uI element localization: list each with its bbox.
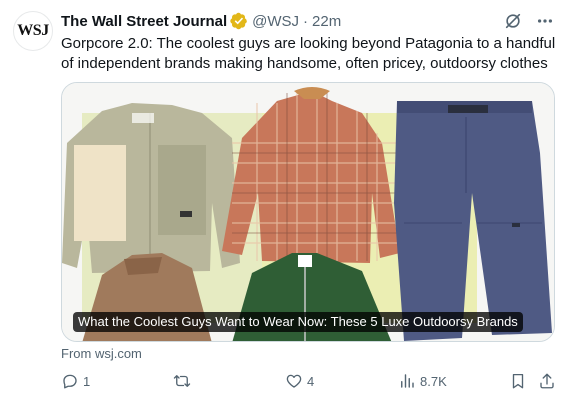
reply-count: 1 xyxy=(83,373,91,389)
separator-dot: · xyxy=(303,12,309,30)
avatar[interactable]: WSJ xyxy=(13,11,53,51)
grok-icon[interactable] xyxy=(503,11,523,31)
share-icon xyxy=(540,373,554,389)
verified-badge-icon[interactable] xyxy=(230,12,248,30)
avatar-logo-text: WSJ xyxy=(17,22,49,39)
reply-button[interactable]: 1 xyxy=(61,372,90,390)
link-card[interactable]: What the Coolest Guys Want to Wear Now: … xyxy=(61,82,555,342)
tweet-header: The Wall Street Journal @WSJ · 22m xyxy=(61,10,555,32)
author-handle[interactable]: @WSJ xyxy=(252,13,299,30)
like-button[interactable]: 4 xyxy=(285,372,314,390)
card-source[interactable]: From wsj.com xyxy=(61,346,142,361)
repost-button[interactable] xyxy=(173,372,195,390)
bookmark-button[interactable] xyxy=(509,372,527,390)
tweet-actions: 1 4 8.7K xyxy=(61,372,557,392)
tweet-timestamp[interactable]: 22m xyxy=(312,13,341,30)
views-count: 8.7K xyxy=(420,373,447,389)
repost-icon xyxy=(173,375,191,387)
share-button[interactable] xyxy=(538,372,556,390)
reply-icon xyxy=(63,374,77,389)
tweet-text: Gorpcore 2.0: The coolest guys are looki… xyxy=(61,35,556,72)
header-actions xyxy=(503,11,555,31)
bookmark-icon xyxy=(512,373,524,389)
author-name[interactable]: The Wall Street Journal xyxy=(61,13,227,30)
views-icon xyxy=(401,374,414,388)
more-icon[interactable] xyxy=(535,11,555,31)
card-image xyxy=(62,83,554,341)
like-count: 4 xyxy=(307,373,315,389)
card-caption[interactable]: What the Coolest Guys Want to Wear Now: … xyxy=(73,312,523,332)
like-icon xyxy=(286,374,302,388)
views-button[interactable]: 8.7K xyxy=(398,372,447,390)
